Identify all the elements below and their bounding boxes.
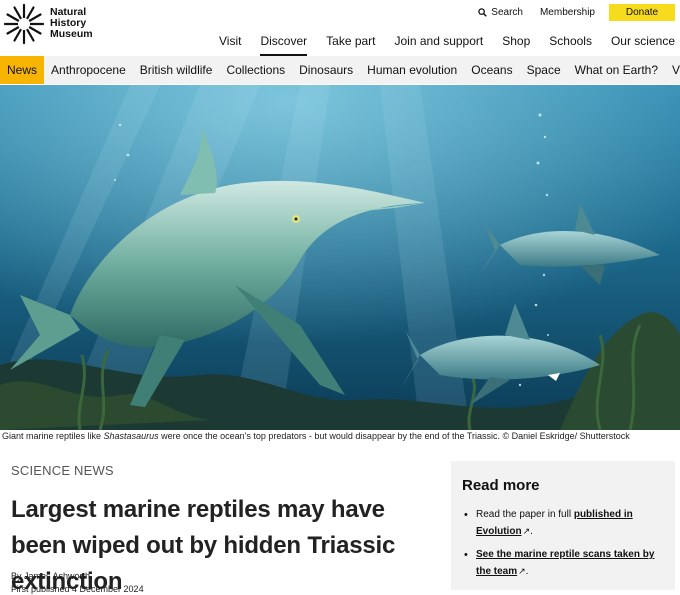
read-more-heading: Read more <box>462 477 540 494</box>
section-nav-british-wildlife[interactable]: British wildlife <box>133 56 220 84</box>
section-nav-anthropocene[interactable]: Anthropocene <box>44 56 133 84</box>
caption-species: Shastasaurus <box>103 431 159 441</box>
logo-line-3: Museum <box>50 28 93 40</box>
section-nav-video[interactable]: Video <box>665 56 680 84</box>
main-nav-visit[interactable]: Visit <box>219 33 241 49</box>
section-nav-news[interactable]: News <box>0 56 45 84</box>
main-nav-schools[interactable]: Schools <box>549 33 592 49</box>
read-more-item-1-text: Read the paper in full <box>476 509 574 520</box>
section-nav: News Anthropocene British wildlife Colle… <box>0 56 680 84</box>
caption-text-end: were once the ocean's top predators - bu… <box>158 431 630 441</box>
main-nav-our-science[interactable]: Our science <box>611 33 675 49</box>
section-nav-dinosaurs[interactable]: Dinosaurs <box>292 56 360 84</box>
nhm-logo-icon[interactable] <box>2 2 46 46</box>
search-link[interactable]: Search <box>478 7 523 18</box>
read-more-panel: Read more Read the paper in full publish… <box>451 461 675 590</box>
section-nav-human-evolution[interactable]: Human evolution <box>360 56 464 84</box>
search-icon <box>478 8 488 17</box>
main-nav-join-and-support[interactable]: Join and support <box>395 33 484 49</box>
search-label: Search <box>491 7 523 18</box>
hero-caption: Giant marine reptiles like Shastasaurus … <box>2 431 678 441</box>
caption-text-start: Giant marine reptiles like <box>2 431 104 441</box>
utility-nav: Search Membership Donate <box>478 4 675 21</box>
read-more-list: Read the paper in full published in Evol… <box>462 507 663 580</box>
main-nav-discover[interactable]: Discover <box>260 33 307 56</box>
article-byline: By James Ashworth First published 4 Dece… <box>11 570 144 595</box>
section-nav-space[interactable]: Space <box>520 56 568 84</box>
read-more-item: Read the paper in full published in Evol… <box>462 507 663 540</box>
membership-link[interactable]: Membership <box>540 7 595 18</box>
site-header: Natural History Museum Search Membership… <box>0 0 680 56</box>
main-nav-shop[interactable]: Shop <box>502 33 530 49</box>
article-author: By James Ashworth <box>11 571 91 581</box>
article-date: First published 4 December 2024 <box>11 584 144 594</box>
section-nav-oceans[interactable]: Oceans <box>464 56 519 84</box>
read-more-item: See the marine reptile scans taken by th… <box>462 547 663 580</box>
hero-image <box>0 85 680 430</box>
external-link-icon: ↗ <box>522 526 531 536</box>
logo-wordmark[interactable]: Natural History Museum <box>50 7 93 40</box>
section-nav-collections[interactable]: Collections <box>219 56 292 84</box>
scans-link[interactable]: See the marine reptile scans taken by th… <box>476 549 654 577</box>
article-kicker[interactable]: SCIENCE NEWS <box>11 463 114 478</box>
main-nav: Visit Discover Take part Join and suppor… <box>200 33 675 56</box>
external-link-icon: ↗ <box>518 566 526 576</box>
section-nav-what-on-earth[interactable]: What on Earth? <box>568 56 665 84</box>
main-nav-take-part[interactable]: Take part <box>326 33 375 49</box>
donate-button[interactable]: Donate <box>609 4 675 21</box>
